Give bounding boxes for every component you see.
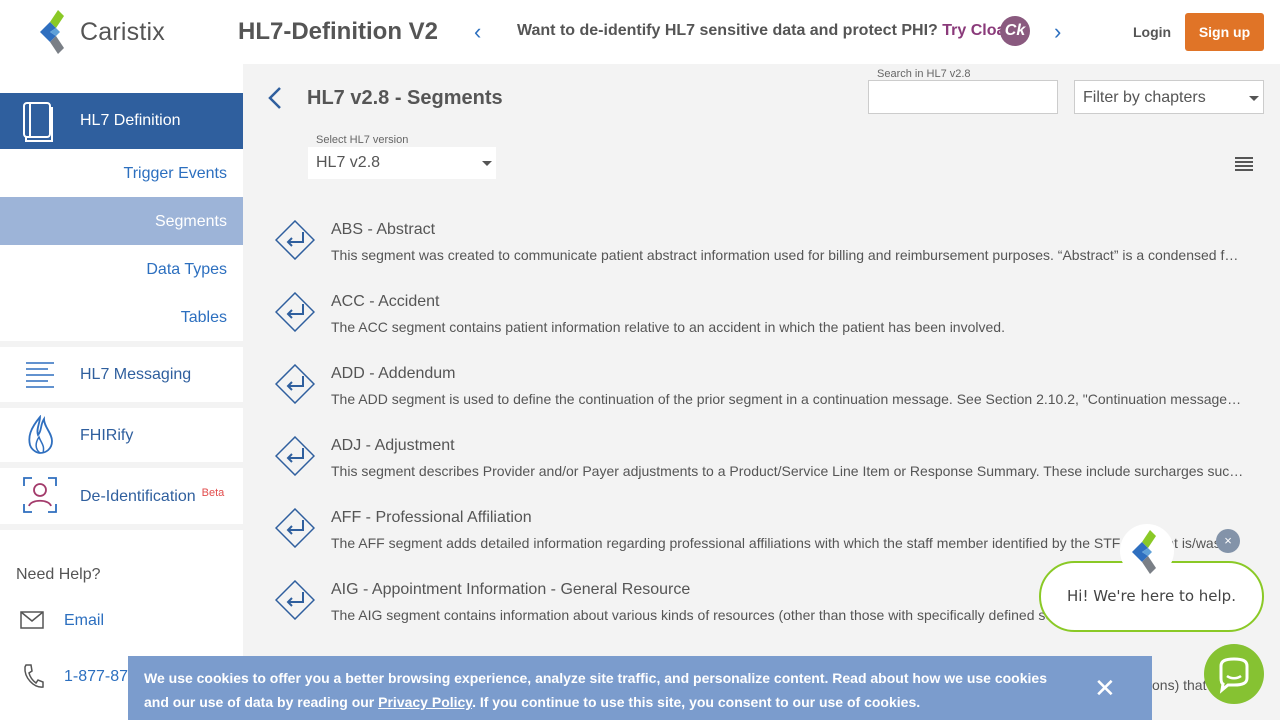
top-header: Caristix HL7-Definition V2 ‹ Want to de-… <box>0 0 1280 64</box>
close-icon[interactable]: ✕ <box>1094 675 1116 701</box>
segment-description: The ADD segment is used to define the co… <box>331 391 1246 407</box>
lines-icon <box>26 362 54 388</box>
cloak-badge-icon[interactable]: Ck <box>1000 16 1030 46</box>
book-icon <box>23 102 53 142</box>
chat-close-icon[interactable]: × <box>1216 529 1240 553</box>
chat-launcher-button[interactable] <box>1204 644 1264 704</box>
version-value: HL7 v2.8 <box>316 154 381 171</box>
logo-text: Caristix <box>80 17 165 46</box>
promo-next-chevron-icon[interactable]: › <box>1054 21 1074 43</box>
return-arrow-icon <box>275 436 315 476</box>
sidebar-item-label: HL7 Definition <box>80 112 181 129</box>
version-select[interactable]: HL7 v2.8 <box>308 147 496 179</box>
sidebar-divider <box>0 524 243 530</box>
search-input[interactable] <box>868 80 1058 114</box>
return-arrow-icon <box>275 580 315 620</box>
segment-row[interactable]: ACC - Accident The ACC segment contains … <box>275 290 1255 362</box>
signup-button[interactable]: Sign up <box>1185 13 1264 51</box>
promo-prev-chevron-icon[interactable]: ‹ <box>474 21 494 43</box>
sidebar-item-label: De-Identification <box>80 488 196 505</box>
segment-row[interactable]: ABS - Abstract This segment was created … <box>275 218 1255 290</box>
filter-chapters-select[interactable]: Filter by chapters <box>1074 80 1264 114</box>
segment-name[interactable]: ACC - Accident <box>331 293 439 311</box>
page-title: HL7 v2.8 - Segments <box>307 87 503 109</box>
caristix-logo-icon <box>40 10 64 54</box>
partial-description-text: ons) that <box>1152 677 1207 693</box>
back-chevron-icon[interactable] <box>266 86 288 117</box>
segment-description: The ACC segment contains patient informa… <box>331 319 1005 335</box>
chat-icon <box>1219 657 1249 694</box>
chevron-down-icon <box>1249 96 1259 101</box>
sidebar-subitem-trigger-events[interactable]: Trigger Events <box>124 165 227 183</box>
segment-row[interactable]: ADJ - Adjustment This segment describes … <box>275 434 1255 506</box>
sidebar-subitem-tables[interactable]: Tables <box>181 309 227 327</box>
segment-name[interactable]: AFF - Professional Affiliation <box>331 509 532 527</box>
envelope-icon <box>20 611 44 629</box>
segment-description: The AFF segment adds detailed informatio… <box>331 535 1246 551</box>
segment-name[interactable]: ABS - Abstract <box>331 221 435 239</box>
phone-link[interactable]: 1-877-87 <box>64 668 128 686</box>
return-arrow-icon <box>275 508 315 548</box>
caristix-logo[interactable]: Caristix <box>38 8 165 56</box>
sidebar: HL7 Definition Trigger Events Segments D… <box>0 64 243 720</box>
help-title: Need Help? <box>16 566 101 583</box>
email-link[interactable]: Email <box>64 612 104 630</box>
sidebar-divider <box>0 341 243 347</box>
segment-description: This segment was created to communicate … <box>331 247 1246 263</box>
segment-row[interactable]: ADD - Addendum The ADD segment is used t… <box>275 362 1255 434</box>
chat-avatar <box>1120 524 1174 578</box>
promo-banner: Want to de-identify HL7 sensitive data a… <box>517 22 1019 40</box>
filter-chapters-value: Filter by chapters <box>1083 89 1206 106</box>
segment-description: This segment describes Provider and/or P… <box>331 463 1246 479</box>
chevron-down-icon <box>482 161 492 166</box>
caristix-logo-icon <box>1132 530 1156 574</box>
login-link[interactable]: Login <box>1133 24 1171 40</box>
version-label: Select HL7 version <box>316 134 409 146</box>
cookie-banner: We use cookies to offer you a better bro… <box>128 656 1152 720</box>
promo-message: Want to de-identify HL7 sensitive data a… <box>517 22 938 39</box>
sidebar-item-label-wrap: De-Identification Beta <box>80 487 225 506</box>
flame-icon <box>28 415 53 454</box>
list-menu-icon[interactable] <box>1235 157 1253 171</box>
search-label: Search in HL7 v2.8 <box>877 68 971 80</box>
segment-name[interactable]: ADD - Addendum <box>331 365 456 383</box>
sidebar-subitem-segments[interactable]: Segments <box>155 213 227 231</box>
phone-icon <box>24 664 44 688</box>
sidebar-subitem-data-types[interactable]: Data Types <box>146 261 227 279</box>
segment-name[interactable]: ADJ - Adjustment <box>331 437 455 455</box>
beta-badge: Beta <box>201 487 225 499</box>
sidebar-item-hl7-definition[interactable]: HL7 Definition <box>0 93 243 149</box>
sidebar-divider <box>0 462 243 468</box>
return-arrow-icon <box>275 364 315 404</box>
sidebar-item-label: FHIRify <box>80 427 134 444</box>
cookie-message: We use cookies to offer you a better bro… <box>144 666 1074 714</box>
cookie-text-2: . If you continue to use this site, you … <box>472 694 921 710</box>
return-arrow-icon <box>275 292 315 332</box>
sidebar-item-label: HL7 Messaging <box>80 366 192 383</box>
return-arrow-icon <box>275 220 315 260</box>
sidebar-divider <box>0 402 243 408</box>
privacy-policy-link[interactable]: Privacy Policy <box>378 694 472 710</box>
segment-name[interactable]: AIG - Appointment Information - General … <box>331 581 690 599</box>
face-scan-icon <box>23 477 57 513</box>
app-title: HL7-Definition V2 <box>238 18 439 45</box>
